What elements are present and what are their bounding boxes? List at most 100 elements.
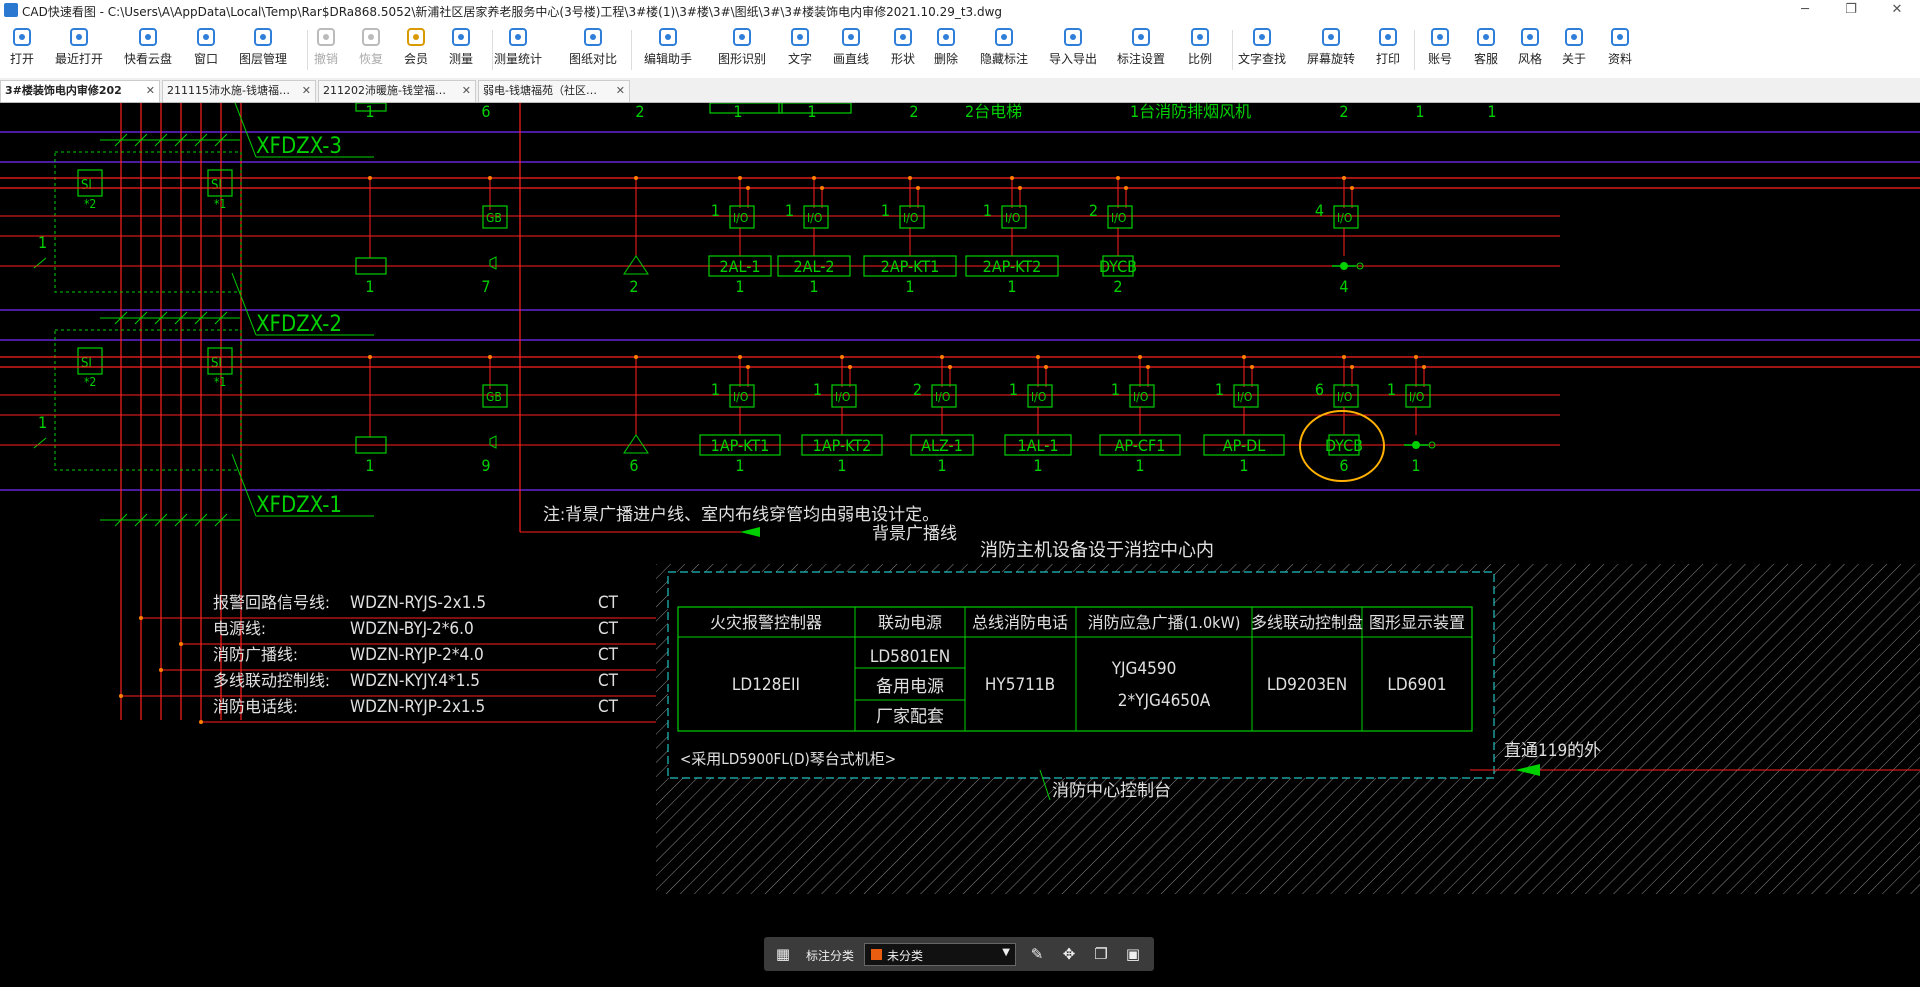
io-label: I/O: [1337, 211, 1352, 225]
toolbar-btn-layers[interactable]: 图层管理: [235, 26, 291, 76]
junction-dot: [948, 365, 952, 369]
end-device-dot: [1340, 262, 1348, 270]
table-value: 厂家配套: [876, 707, 944, 727]
count-label: 1: [1239, 456, 1248, 475]
document-tab[interactable]: 211115沛水施-钱塘福… ✕: [162, 80, 316, 102]
open-folder-icon: [13, 28, 31, 46]
io-label: I/O: [733, 211, 748, 225]
toolbar-label: 测量统计: [493, 52, 542, 66]
restore-icon[interactable]: ❐: [1828, 0, 1874, 22]
toolbar-btn-print[interactable]: 打印: [1372, 26, 1404, 76]
minimize-icon[interactable]: ─: [1782, 0, 1828, 22]
io-count: 1: [711, 380, 720, 399]
io-label: I/O: [1031, 390, 1046, 404]
tab-close-icon[interactable]: ✕: [616, 81, 625, 101]
toolbar-btn-headset[interactable]: 客服: [1470, 26, 1502, 76]
junction-dot: [746, 365, 750, 369]
io-count: 2: [1089, 201, 1098, 220]
text-icon: [791, 28, 809, 46]
io-label: I/O: [935, 390, 950, 404]
panel-name: XFDZX-1: [256, 493, 342, 518]
cabinet-note: <采用LD5900FL(D)琴台式机柜>: [680, 750, 896, 768]
junction-dot: [1250, 365, 1254, 369]
toolbar-btn-shape-recognize[interactable]: 图形识别: [714, 26, 770, 76]
toolbar-btn-undo[interactable]: 撤销: [310, 26, 342, 76]
junction-dot: [179, 642, 183, 646]
speaker-icon: [489, 435, 497, 449]
tab-label: 211115沛水施-钱塘福…: [167, 84, 290, 97]
toolbar-btn-account[interactable]: 账号: [1424, 26, 1456, 76]
toolbar-btn-window[interactable]: 窗口: [190, 26, 222, 76]
toolbar-label: 文字: [787, 52, 812, 66]
io-count: 2: [913, 380, 922, 399]
tab-close-icon[interactable]: ✕: [302, 81, 311, 101]
document-tab[interactable]: 弱电-钱塘福苑（社区… ✕: [478, 80, 630, 102]
copy-icon[interactable]: ❐: [1092, 945, 1110, 963]
toolbar-btn-open-folder[interactable]: 打开: [6, 26, 38, 76]
toolbar-btn-measure[interactable]: 测量: [445, 26, 477, 76]
scale-icon: [1191, 28, 1209, 46]
count-label: 1: [735, 456, 744, 475]
close-icon[interactable]: ✕: [1874, 0, 1920, 22]
toolbar-btn-text[interactable]: 文字: [784, 26, 816, 76]
junction-dot: [1242, 355, 1246, 359]
annotation-category-label: 标注分类: [806, 949, 855, 963]
junction-dot: [1116, 176, 1120, 180]
count-label: 1: [1487, 103, 1496, 121]
junction-dot: [1350, 365, 1354, 369]
toolbar-btn-info[interactable]: 关于: [1558, 26, 1590, 76]
toolbar-btn-rotate-screen[interactable]: 屏幕旋转: [1303, 26, 1359, 76]
paste-icon[interactable]: ▣: [1124, 945, 1142, 963]
toolbar-btn-measure-stats[interactable]: 测量统计: [490, 26, 546, 76]
toolbar-btn-resources[interactable]: 资料: [1604, 26, 1636, 76]
toolbar-btn-line[interactable]: 画直线: [829, 26, 873, 76]
toolbar-btn-eraser[interactable]: 删除: [930, 26, 962, 76]
si-label: SI: [81, 178, 92, 193]
cable-pipe: CT: [598, 671, 619, 691]
cable-name: 电源线:: [213, 619, 266, 638]
toolbar-btn-vip[interactable]: 会员: [400, 26, 432, 76]
direct-119-label: 直通119的外: [1504, 741, 1601, 761]
toolbar-btn-redo[interactable]: 恢复: [355, 26, 387, 76]
junction-dot: [848, 365, 852, 369]
edit-icon[interactable]: ✎: [1028, 945, 1046, 963]
toolbar-btn-recent-clock[interactable]: 最近打开: [51, 26, 107, 76]
toolbar-btn-annotation-settings[interactable]: 标注设置: [1113, 26, 1169, 76]
window-icon: [197, 28, 215, 46]
move-icon[interactable]: ✥: [1060, 945, 1078, 963]
io-label: I/O: [835, 390, 850, 404]
toolbar-label: 会员: [403, 52, 428, 66]
toolbar-btn-compare[interactable]: 图纸对比: [565, 26, 621, 76]
toolbar-label: 图纸对比: [568, 52, 617, 66]
tab-close-icon[interactable]: ✕: [462, 81, 471, 101]
cable-spec: WDZN-RYJP-2*4.0: [350, 645, 484, 665]
cable-name: 消防广播线:: [213, 645, 298, 664]
junction-dot: [1124, 186, 1128, 190]
count-label: 1: [837, 456, 846, 475]
toolbar-btn-cloud[interactable]: 快看云盘: [120, 26, 176, 76]
count-label: 2: [635, 103, 644, 121]
si-multiplier: *2: [84, 197, 96, 211]
panel-name: XFDZX-3: [256, 134, 342, 159]
io-label: I/O: [1237, 390, 1252, 404]
count-label: 1: [1411, 456, 1420, 475]
end-device-dot: [1412, 441, 1420, 449]
cad-drawing-canvas[interactable]: BAL-1BAL-22台电梯ATE-P11台消防排烟风机DYCB3AP-KT11…: [0, 103, 1920, 987]
toolbar-label: 恢复: [358, 52, 383, 66]
toolbar-btn-scale[interactable]: 比例: [1184, 26, 1216, 76]
table-header: 火灾报警控制器: [710, 613, 822, 632]
toolbar-btn-import-export[interactable]: 导入导出: [1045, 26, 1101, 76]
document-tab[interactable]: 3#楼装饰电内审修202 ✕: [0, 80, 160, 102]
document-tab[interactable]: 211202沛暖施-钱堂福… ✕: [318, 80, 476, 102]
grid-menu-icon[interactable]: ▦: [774, 945, 792, 963]
toolbar-btn-style[interactable]: 风格: [1514, 26, 1546, 76]
annotation-category-select[interactable]: 未分类 ▼: [864, 943, 1016, 966]
io-label: I/O: [1133, 390, 1148, 404]
toolbar-btn-edit-assistant[interactable]: 编辑助手: [640, 26, 696, 76]
toolbar-btn-text-search[interactable]: 文字查找: [1234, 26, 1290, 76]
count-label: 1: [365, 277, 374, 296]
toolbar-btn-shape[interactable]: 形状: [887, 26, 919, 76]
count-label: 1: [1007, 277, 1016, 296]
toolbar-btn-hide-annotation[interactable]: 隐藏标注: [976, 26, 1032, 76]
tab-close-icon[interactable]: ✕: [146, 81, 155, 101]
